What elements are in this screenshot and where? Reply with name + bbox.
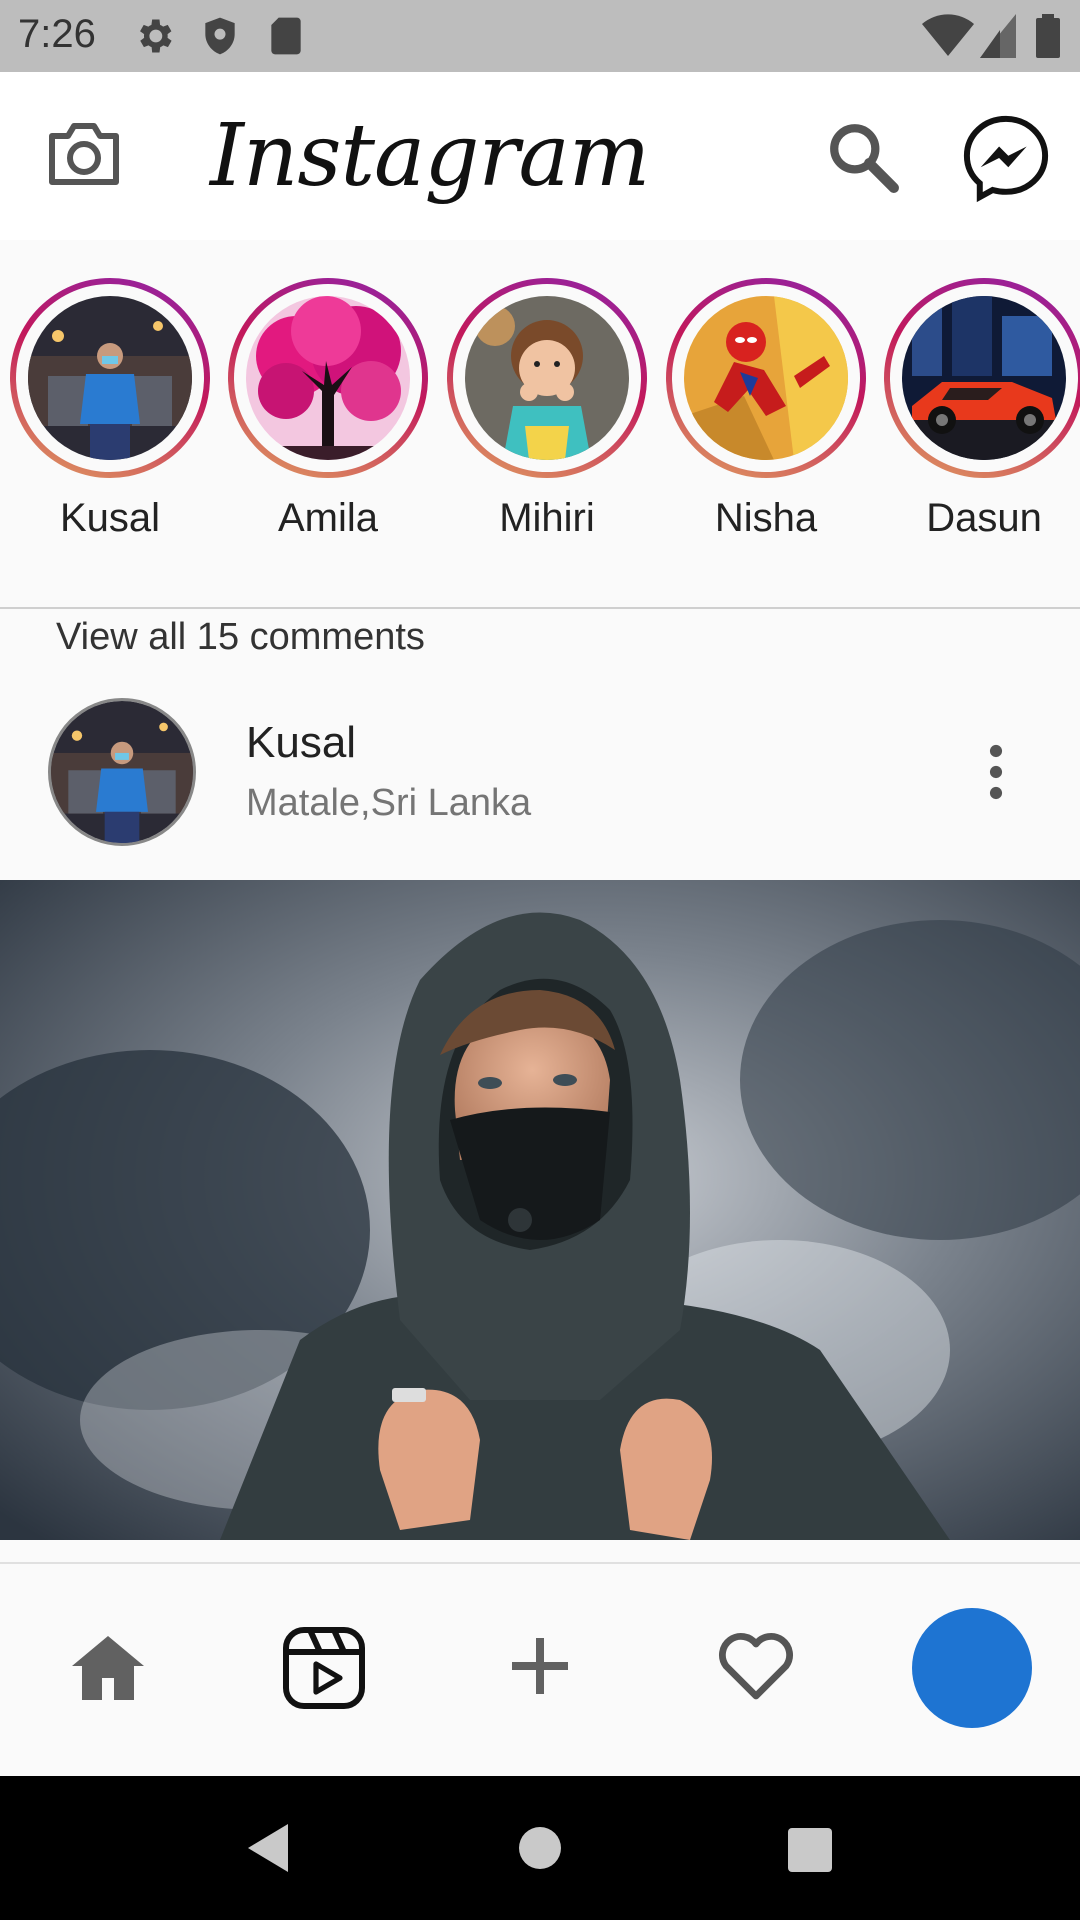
- story-avatar: [28, 296, 192, 460]
- app-bar: Instagram: [0, 72, 1080, 240]
- story-label: Kusal: [59, 496, 161, 540]
- profile-avatar[interactable]: [912, 1608, 1032, 1728]
- story-avatar: [465, 296, 629, 460]
- person-photo: [28, 296, 192, 460]
- back-icon[interactable]: [244, 1822, 292, 1874]
- add-icon[interactable]: [508, 1634, 572, 1698]
- post-username[interactable]: Kusal: [246, 718, 356, 768]
- story-avatar: [684, 296, 848, 460]
- stories-tray: Kusal Amila Mihiri Nisha Dasun: [0, 240, 1080, 609]
- post-location: Matale,Sri Lanka: [246, 782, 532, 824]
- story-mihiri[interactable]: Mihiri: [447, 278, 647, 540]
- messenger-icon[interactable]: [960, 112, 1052, 204]
- story-label: Nisha: [714, 496, 818, 540]
- story-nisha[interactable]: Nisha: [666, 278, 866, 540]
- status-time: 7:26: [18, 12, 96, 56]
- camera-icon[interactable]: [44, 118, 124, 190]
- story-label: Dasun: [926, 496, 1042, 540]
- story-label: Mihiri: [499, 496, 595, 540]
- more-options-icon[interactable]: [980, 744, 1012, 800]
- shield-icon: [205, 17, 235, 55]
- view-comments-link[interactable]: View all 15 comments: [56, 616, 425, 659]
- post-image[interactable]: [0, 880, 1080, 1540]
- story-dasun[interactable]: Dasun: [884, 278, 1080, 540]
- car-photo: [902, 296, 1066, 460]
- sd-card-icon: [271, 17, 301, 55]
- person-photo: [51, 701, 193, 843]
- story-amila[interactable]: Amila: [228, 278, 428, 540]
- gear-icon: [140, 19, 172, 53]
- signal-icon: [980, 14, 1016, 58]
- story-kusal[interactable]: Kusal: [10, 278, 210, 540]
- post-author-avatar[interactable]: [48, 698, 196, 846]
- wifi-icon: [922, 14, 974, 57]
- home-icon[interactable]: [70, 1634, 146, 1702]
- story-avatar: [902, 296, 1066, 460]
- recents-icon[interactable]: [788, 1828, 832, 1872]
- reels-icon[interactable]: [282, 1626, 366, 1710]
- story-label: Amila: [277, 496, 379, 540]
- search-icon[interactable]: [826, 120, 900, 194]
- instagram-logo: Instagram: [210, 106, 650, 206]
- status-bar: 7:26: [0, 0, 1080, 72]
- spiderman-photo: [684, 296, 848, 460]
- home-circle-icon[interactable]: [518, 1826, 562, 1870]
- tree-photo: [246, 296, 410, 460]
- child-photo: [465, 296, 629, 460]
- system-navigation-bar: [0, 1776, 1080, 1920]
- story-avatar: [246, 296, 410, 460]
- heart-icon[interactable]: [716, 1630, 796, 1702]
- battery-icon: [1036, 14, 1060, 58]
- hooded-man-photo: [0, 880, 1080, 1540]
